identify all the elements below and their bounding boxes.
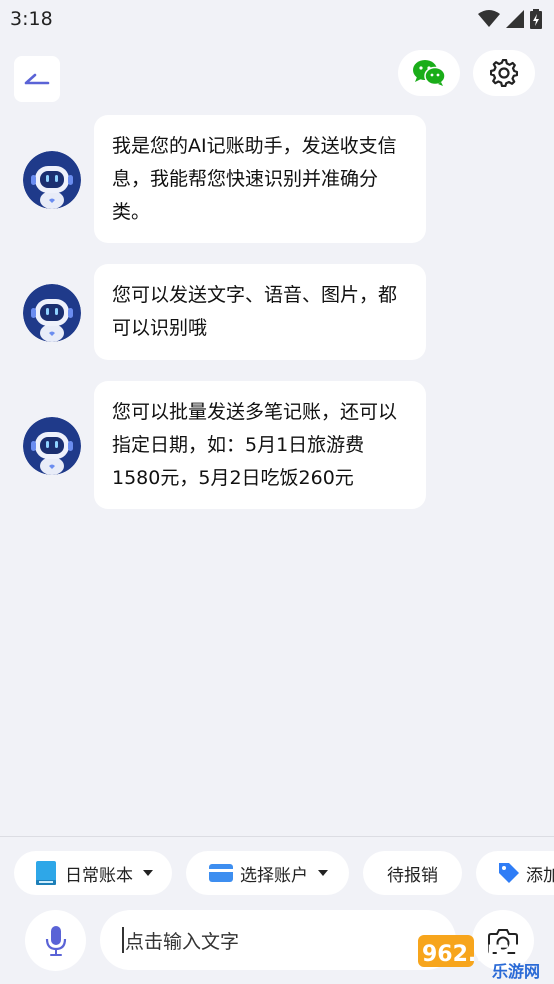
card-icon xyxy=(209,864,233,882)
battery-icon xyxy=(530,9,542,29)
status-icons xyxy=(478,9,542,29)
site-watermark: 962.NET 乐游网 xyxy=(418,935,540,981)
gear-icon xyxy=(490,59,518,87)
message-row: 您可以发送文字、语音、图片，都可以识别哦 xyxy=(0,264,554,360)
chat-bubble: 我是您的AI记账助手，发送收支信息，我能帮您快速识别并准确分类。 xyxy=(94,115,426,243)
text-cursor xyxy=(122,927,124,953)
top-bar xyxy=(0,48,554,102)
tag-icon xyxy=(499,863,519,883)
account-selector[interactable]: 选择账户 xyxy=(186,851,349,895)
message-row: 您可以批量发送多笔记账，还可以指定日期，如：5月1日旅游费1580元，5月2日吃… xyxy=(0,381,554,509)
assistant-avatar xyxy=(23,417,81,475)
robot-icon xyxy=(23,417,81,475)
chevron-down-icon xyxy=(318,870,328,876)
wifi-icon xyxy=(478,10,500,27)
status-bar: 3:18 xyxy=(0,0,554,38)
back-button[interactable] xyxy=(14,56,60,102)
tag-label: 添加 xyxy=(526,865,554,886)
assistant-avatar xyxy=(23,284,81,342)
book-icon xyxy=(36,861,56,885)
ledger-selector[interactable]: 日常账本 xyxy=(14,851,172,895)
settings-button[interactable] xyxy=(473,50,535,96)
robot-icon xyxy=(23,284,81,342)
voice-input-button[interactable] xyxy=(25,910,86,971)
message-row: 我是您的AI记账助手，发送收支信息，我能帮您快速识别并准确分类。 xyxy=(0,115,554,243)
reimburse-button[interactable]: 待报销 xyxy=(363,851,462,895)
add-tag-button[interactable]: 添加 xyxy=(476,851,554,895)
signal-icon xyxy=(506,10,524,28)
chevron-down-icon xyxy=(143,870,153,876)
robot-icon xyxy=(23,151,81,209)
account-label: 选择账户 xyxy=(240,865,308,886)
wechat-button[interactable] xyxy=(398,50,460,96)
chat-bubble: 您可以发送文字、语音、图片，都可以识别哦 xyxy=(94,264,426,360)
reimburse-label: 待报销 xyxy=(387,865,438,886)
watermark-sub-text: 乐游网 xyxy=(492,962,540,981)
microphone-icon xyxy=(45,925,66,956)
message-input[interactable]: 点击输入文字 xyxy=(100,910,456,970)
back-arrow-icon xyxy=(24,73,50,85)
ledger-label: 日常账本 xyxy=(65,865,133,886)
message-input-placeholder: 点击输入文字 xyxy=(125,930,240,953)
wechat-icon xyxy=(413,60,446,86)
status-time: 3:18 xyxy=(10,8,53,30)
assistant-avatar xyxy=(23,151,81,209)
chat-bubble: 您可以批量发送多笔记账，还可以指定日期，如：5月1日旅游费1580元，5月2日吃… xyxy=(94,381,426,509)
